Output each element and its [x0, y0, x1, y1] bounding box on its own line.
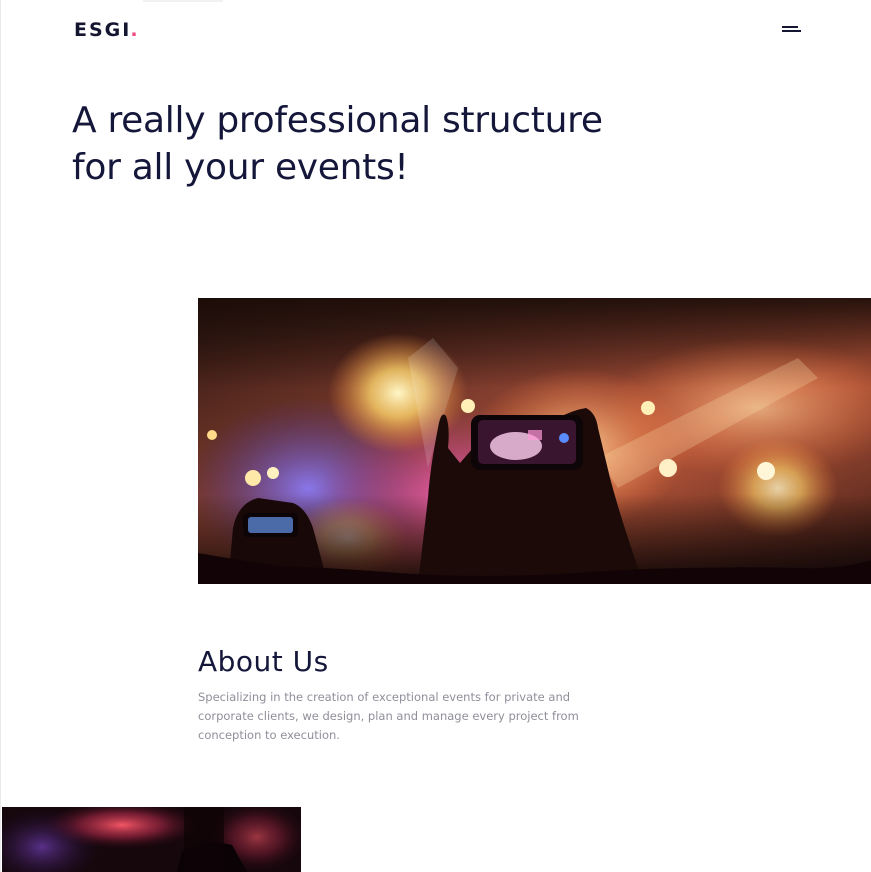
- top-divider: [143, 0, 223, 2]
- hero-concert-image: [198, 298, 871, 584]
- logo-dot: .: [130, 19, 138, 41]
- logo-text: ESGI: [74, 19, 132, 41]
- about-title: About Us: [198, 645, 329, 678]
- concert-photo: [198, 298, 871, 584]
- event-photo: [2, 807, 301, 872]
- hamburger-menu-icon: [782, 26, 798, 28]
- hamburger-menu-icon-line: [782, 30, 801, 32]
- menu-button[interactable]: [779, 22, 805, 38]
- hero-title: A really professional structure for all …: [72, 100, 603, 188]
- secondary-event-image: [2, 807, 301, 872]
- site-logo[interactable]: ESGI.: [74, 18, 138, 42]
- about-text: Specializing in the creation of exceptio…: [198, 690, 579, 742]
- page: ESGI. A really professional structure fo…: [0, 0, 871, 872]
